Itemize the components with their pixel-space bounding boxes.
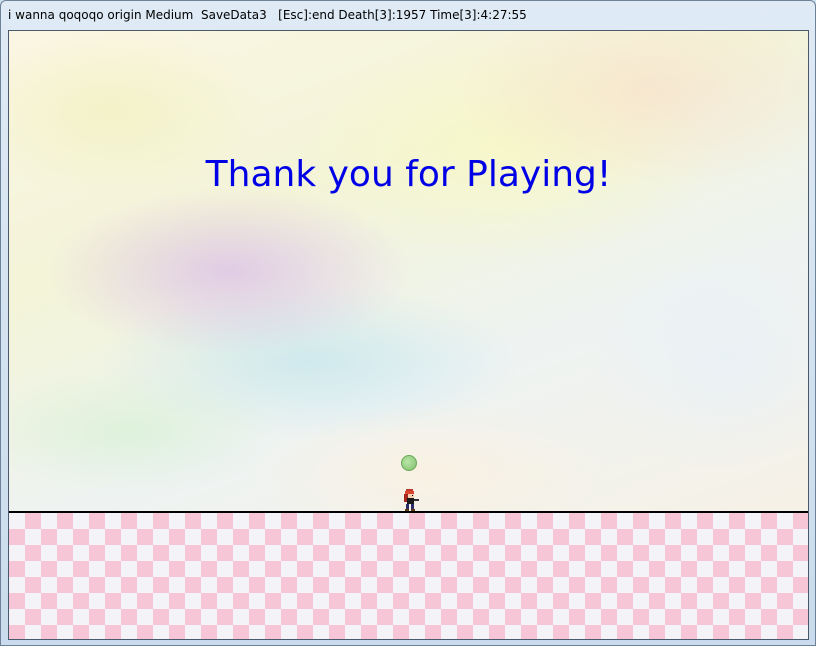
ending-message: Thank you for Playing! <box>205 154 612 195</box>
game-window: i wanna qoqoqo origin Medium SaveData3 [… <box>0 0 816 646</box>
checkered-floor <box>9 513 808 639</box>
sky-background <box>9 31 808 512</box>
window-title: i wanna qoqoqo origin Medium SaveData3 [… <box>8 8 527 22</box>
game-canvas[interactable]: Thank you for Playing! <box>8 30 809 640</box>
title-bar[interactable]: i wanna qoqoqo origin Medium SaveData3 [… <box>1 1 815 30</box>
kid-player-icon <box>404 489 419 511</box>
window-bottom-border <box>1 640 815 646</box>
green-save-orb-icon <box>401 455 417 471</box>
